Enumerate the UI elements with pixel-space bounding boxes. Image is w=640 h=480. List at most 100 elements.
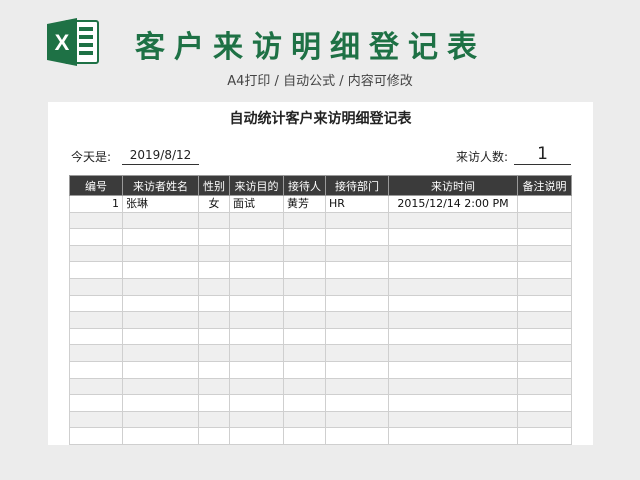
col-header-purpose[interactable]: 来访目的 xyxy=(229,175,284,196)
table-cell[interactable] xyxy=(325,427,389,445)
table-cell[interactable] xyxy=(283,410,326,429)
table-cell[interactable] xyxy=(122,311,199,329)
table-cell[interactable] xyxy=(69,294,123,313)
table-cell[interactable] xyxy=(388,294,518,313)
table-cell[interactable] xyxy=(229,228,284,246)
table-cell[interactable] xyxy=(517,311,572,329)
table-cell[interactable] xyxy=(229,427,284,445)
table-cell[interactable] xyxy=(69,311,123,329)
table-cell[interactable] xyxy=(517,277,572,296)
col-header-department[interactable]: 接待部门 xyxy=(325,175,389,196)
table-cell[interactable] xyxy=(122,294,199,313)
table-cell[interactable] xyxy=(198,427,230,445)
table-cell[interactable] xyxy=(122,410,199,429)
table-cell[interactable] xyxy=(229,244,284,263)
col-header-visitor-name[interactable]: 来访者姓名 xyxy=(122,175,199,196)
table-cell[interactable] xyxy=(122,228,199,246)
table-cell[interactable] xyxy=(325,394,389,412)
table-cell[interactable] xyxy=(198,244,230,263)
table-cell[interactable] xyxy=(198,211,230,230)
table-cell[interactable] xyxy=(69,261,123,279)
table-cell[interactable] xyxy=(388,427,518,445)
table-cell[interactable] xyxy=(229,327,284,346)
today-date-cell[interactable]: 2019/8/12 xyxy=(122,145,199,165)
table-cell[interactable] xyxy=(388,377,518,396)
table-cell[interactable] xyxy=(283,394,326,412)
table-cell[interactable] xyxy=(122,360,199,379)
table-cell[interactable] xyxy=(198,394,230,412)
table-cell[interactable] xyxy=(517,195,572,213)
table-cell[interactable] xyxy=(325,344,389,362)
table-cell[interactable] xyxy=(122,427,199,445)
table-cell[interactable] xyxy=(198,410,230,429)
table-cell[interactable]: 2015/12/14 2:00 PM xyxy=(388,195,518,213)
visitor-count-cell[interactable]: 1 xyxy=(514,143,571,165)
table-cell[interactable]: 张琳 xyxy=(122,195,199,213)
table-cell[interactable] xyxy=(283,277,326,296)
table-cell[interactable] xyxy=(69,327,123,346)
table-cell[interactable] xyxy=(229,294,284,313)
table-cell[interactable] xyxy=(69,360,123,379)
table-cell[interactable] xyxy=(122,377,199,396)
table-cell[interactable] xyxy=(388,360,518,379)
col-header-gender[interactable]: 性别 xyxy=(198,175,230,196)
table-cell[interactable] xyxy=(517,377,572,396)
col-header-host[interactable]: 接待人 xyxy=(283,175,326,196)
table-cell[interactable] xyxy=(325,228,389,246)
table-cell[interactable] xyxy=(229,394,284,412)
table-cell[interactable] xyxy=(229,344,284,362)
table-cell[interactable] xyxy=(325,277,389,296)
table-cell[interactable] xyxy=(122,261,199,279)
table-cell[interactable] xyxy=(325,327,389,346)
table-cell[interactable] xyxy=(69,410,123,429)
col-header-id[interactable]: 编号 xyxy=(69,175,123,196)
table-cell[interactable] xyxy=(122,277,199,296)
table-cell[interactable] xyxy=(325,377,389,396)
table-cell[interactable] xyxy=(325,244,389,263)
table-cell[interactable] xyxy=(229,311,284,329)
table-cell[interactable] xyxy=(283,211,326,230)
table-cell[interactable] xyxy=(388,228,518,246)
table-cell[interactable] xyxy=(325,211,389,230)
table-cell[interactable] xyxy=(198,344,230,362)
table-cell[interactable] xyxy=(517,228,572,246)
table-cell[interactable] xyxy=(517,244,572,263)
table-cell[interactable] xyxy=(69,394,123,412)
table-cell[interactable]: 面试 xyxy=(229,195,284,213)
table-cell[interactable] xyxy=(517,327,572,346)
table-cell[interactable] xyxy=(198,261,230,279)
table-cell[interactable] xyxy=(517,427,572,445)
table-cell[interactable] xyxy=(283,344,326,362)
table-cell[interactable] xyxy=(388,261,518,279)
col-header-remarks[interactable]: 备注说明 xyxy=(517,175,572,196)
table-cell[interactable] xyxy=(122,394,199,412)
table-cell[interactable] xyxy=(388,327,518,346)
table-cell[interactable] xyxy=(517,261,572,279)
table-cell[interactable]: 黄芳 xyxy=(283,195,326,213)
table-cell[interactable] xyxy=(283,427,326,445)
table-cell[interactable] xyxy=(325,360,389,379)
col-header-visit-time[interactable]: 来访时间 xyxy=(388,175,518,196)
table-cell[interactable] xyxy=(283,228,326,246)
table-cell[interactable] xyxy=(198,228,230,246)
table-cell[interactable] xyxy=(229,277,284,296)
table-cell[interactable] xyxy=(122,327,199,346)
table-cell[interactable] xyxy=(122,344,199,362)
table-cell[interactable] xyxy=(388,410,518,429)
table-cell[interactable] xyxy=(69,427,123,445)
table-cell[interactable] xyxy=(283,311,326,329)
table-cell[interactable] xyxy=(229,211,284,230)
table-cell[interactable] xyxy=(122,211,199,230)
table-cell[interactable] xyxy=(283,377,326,396)
table-cell[interactable] xyxy=(198,294,230,313)
table-cell[interactable] xyxy=(283,261,326,279)
table-cell[interactable]: 女 xyxy=(198,195,230,213)
table-cell[interactable] xyxy=(229,261,284,279)
table-cell[interactable] xyxy=(325,311,389,329)
table-cell[interactable] xyxy=(198,311,230,329)
table-cell[interactable] xyxy=(69,277,123,296)
table-cell[interactable] xyxy=(198,360,230,379)
table-cell[interactable] xyxy=(69,211,123,230)
table-cell[interactable] xyxy=(69,377,123,396)
table-cell[interactable] xyxy=(198,327,230,346)
